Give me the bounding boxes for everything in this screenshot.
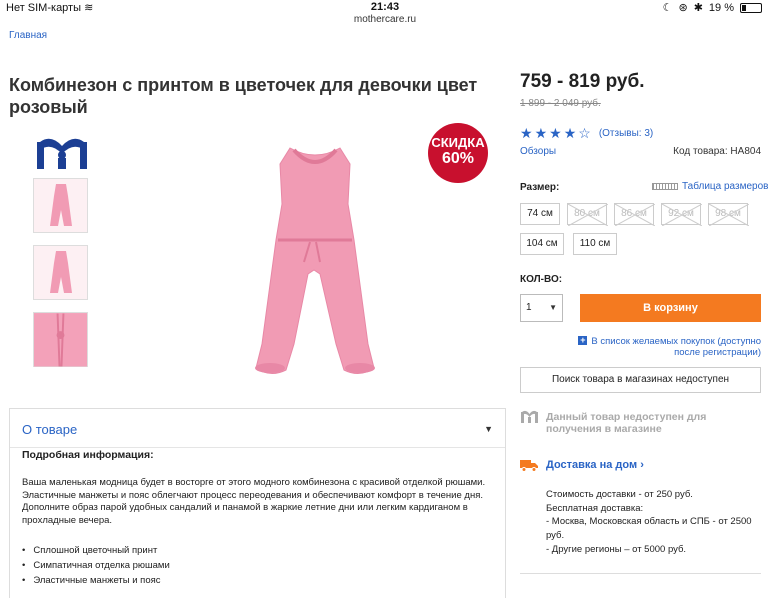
delivery-info: Стоимость доставки - от 250 руб. Бесплат… — [546, 489, 752, 555]
rating[interactable]: ★ ★ ★ ★ ☆ (Отзывы: 3) — [520, 126, 653, 140]
size-option-unavailable: 80 см — [567, 203, 608, 226]
feature-list: Сплошной цветочный принт Симпатичная отд… — [22, 543, 170, 588]
old-price: 1 899 - 2 049 руб. — [520, 98, 601, 109]
reviews-link[interactable]: (Отзывы: 3) — [599, 128, 653, 139]
plus-icon: + — [578, 335, 588, 345]
delivery-link[interactable]: Доставка на дом › — [546, 459, 644, 471]
reviews-tab-link[interactable]: Обзоры — [520, 146, 556, 157]
star-filled-icon: ★ — [534, 125, 548, 141]
thumbnail-1[interactable] — [33, 178, 88, 233]
star-empty-icon: ☆ — [578, 125, 591, 141]
size-option-unavailable: 98 см — [708, 203, 749, 226]
size-label: Размер: — [520, 182, 560, 193]
moon-icon: ☾ — [662, 2, 673, 14]
product-code: Код товара: HA804 — [673, 146, 761, 157]
store-search-button[interactable]: Поиск товара в магазинах недоступен — [520, 367, 761, 393]
chevron-down-icon: ▼ — [549, 303, 557, 312]
romper-thumb-image — [49, 250, 72, 293]
clock: 21:43 — [370, 1, 400, 13]
lock-rotation-icon: ⊛ — [678, 2, 688, 14]
breadcrumb-home[interactable]: Главная — [9, 30, 47, 41]
list-item: Симпатичная отделка рюшами — [22, 558, 169, 573]
store-unavailable-text: Данный товар недоступен для получения в … — [546, 411, 707, 435]
discount-badge: СКИДКА 60% — [428, 123, 488, 183]
star-filled-icon: ★ — [520, 125, 533, 141]
chevron-right-icon: › — [640, 459, 644, 471]
size-option-unavailable: 92 см — [661, 203, 702, 226]
thumbnail-3[interactable] — [33, 312, 88, 367]
wishlist-link[interactable]: + В список желаемых покупок (доступно пос… — [556, 336, 761, 358]
url-bar[interactable]: mothercare.ru — [0, 14, 770, 25]
size-option[interactable]: 74 см — [520, 203, 560, 225]
size-option[interactable]: 110 см — [573, 233, 617, 255]
size-option-unavailable: 86 см — [614, 203, 655, 226]
romper-thumb-image — [49, 183, 72, 226]
product-title: Комбинезон с принтом в цветочек для дево… — [9, 75, 478, 117]
battery-icon — [740, 2, 762, 13]
product-main-image[interactable] — [250, 144, 380, 380]
fabric-closeup-image — [34, 312, 87, 367]
star-filled-icon: ★ — [549, 125, 562, 141]
chevron-down-icon[interactable]: ▼ — [484, 424, 493, 434]
qty-label: КОЛ-ВО: — [520, 274, 563, 285]
size-table-link[interactable]: Таблица размеров — [652, 181, 768, 192]
bluetooth-icon: ✱ — [693, 2, 703, 14]
add-to-cart-button[interactable]: В корзину — [580, 294, 761, 322]
star-filled-icon: ★ — [563, 125, 577, 141]
about-panel: О товаре ▼ Подробная информация: Ваша ма… — [9, 408, 506, 598]
list-item: Эластичные манжеты и пояс — [22, 573, 170, 588]
store-logo-icon — [521, 410, 538, 423]
mothercare-logo — [37, 138, 87, 169]
ruler-icon — [652, 183, 678, 190]
thumbnail-2[interactable] — [33, 245, 88, 300]
status-bar: Нет SIM-карты ≋ 21:43 ☾ ⊛ ✱ 19 % — [0, 0, 770, 14]
details-subheading: Подробная информация: — [22, 449, 154, 461]
current-price: 759 - 819 руб. — [520, 71, 645, 92]
qty-select[interactable]: 1 ▼ — [520, 294, 563, 322]
truck-icon — [520, 460, 538, 472]
about-heading[interactable]: О товаре — [22, 422, 77, 437]
battery-percent: 19 % — [708, 1, 734, 14]
size-option[interactable]: 104 см — [520, 233, 564, 255]
description: Ваша маленькая модница будет в восторге … — [22, 477, 486, 526]
list-item: Сплошной цветочный принт — [22, 543, 170, 558]
